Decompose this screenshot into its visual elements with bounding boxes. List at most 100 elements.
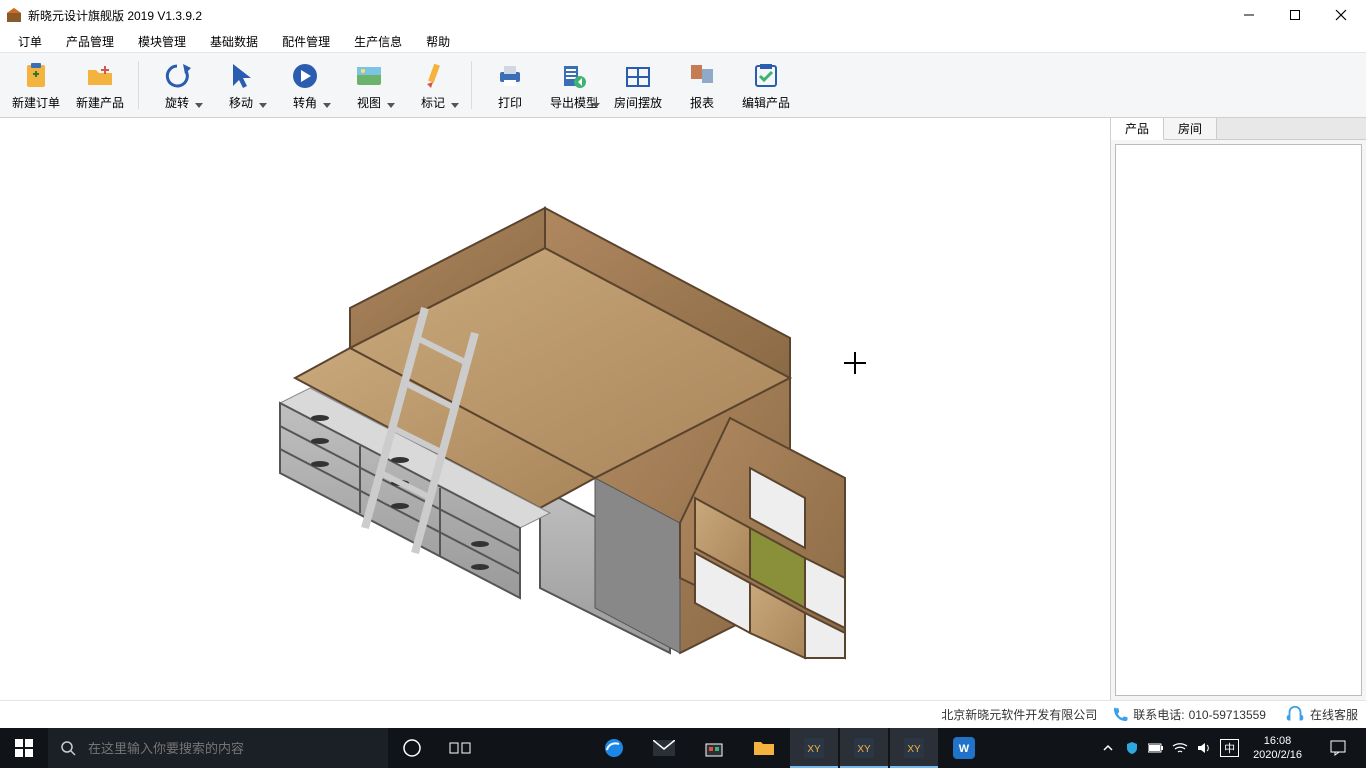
tray-chevron-icon[interactable] [1100, 740, 1116, 756]
clock-time: 16:08 [1264, 734, 1292, 748]
tool-mark[interactable]: 标记 [401, 54, 465, 116]
tool-rotate[interactable]: 旋转 [145, 54, 209, 116]
menu-parts-mgmt[interactable]: 配件管理 [270, 31, 342, 52]
dropdown-icon [323, 103, 331, 108]
svg-text:XY: XY [907, 744, 921, 755]
svg-text:XY: XY [807, 744, 821, 755]
side-panel: 产品 房间 [1110, 118, 1366, 700]
tool-label: 房间摆放 [614, 94, 662, 111]
tool-label: 新建产品 [76, 94, 124, 111]
tool-report[interactable]: 报表 [670, 54, 734, 116]
menu-base-data[interactable]: 基础数据 [198, 31, 270, 52]
phone-icon [1111, 706, 1129, 724]
taskbar-wps[interactable]: W [940, 728, 988, 768]
tool-label: 编辑产品 [742, 94, 790, 111]
toolbar-separator [471, 61, 472, 109]
landscape-icon [353, 60, 385, 92]
tool-label: 新建订单 [12, 94, 60, 111]
start-button[interactable] [0, 728, 48, 768]
tool-view[interactable]: 视图 [337, 54, 401, 116]
tool-label: 标记 [421, 94, 445, 111]
side-panel-body[interactable] [1115, 144, 1362, 696]
taskbar-search[interactable] [48, 728, 388, 768]
taskbar-edge[interactable] [590, 728, 638, 768]
menu-help[interactable]: 帮助 [414, 31, 462, 52]
dropdown-icon [387, 103, 395, 108]
taskbar-apps: XY XY XY W [484, 728, 1094, 768]
tool-export-model[interactable]: 导出模型 [542, 54, 606, 116]
dropdown-icon [195, 103, 203, 108]
tool-move[interactable]: 移动 [209, 54, 273, 116]
minimize-button[interactable] [1226, 0, 1272, 30]
tab-room[interactable]: 房间 [1164, 118, 1217, 140]
app-icon [6, 7, 22, 23]
taskbar-app1[interactable]: XY [790, 728, 838, 768]
tool-label: 导出模型 [550, 94, 598, 111]
tray-ime[interactable]: 中 [1220, 739, 1239, 757]
statusbar: 北京新晓元软件开发有限公司 联系电话: 010-59713559 在线客服 [0, 700, 1366, 728]
taskbar-store[interactable] [690, 728, 738, 768]
system-tray: 中 16:08 2020/2/16 [1094, 728, 1366, 768]
taskbar-explorer[interactable] [740, 728, 788, 768]
tool-corner[interactable]: 转角 [273, 54, 337, 116]
tool-label: 旋转 [165, 94, 189, 111]
export-icon [558, 60, 590, 92]
tray-volume-icon[interactable] [1196, 740, 1212, 756]
toolbar-separator [138, 61, 139, 109]
edit-box-icon [750, 60, 782, 92]
side-tabs: 产品 房间 [1111, 118, 1366, 140]
crosshair-cursor [844, 352, 866, 374]
search-input[interactable] [88, 741, 388, 756]
tray-wifi-icon[interactable] [1172, 740, 1188, 756]
tray-shield-icon[interactable] [1124, 740, 1140, 756]
contact-phone: 010-59713559 [1189, 708, 1266, 722]
close-button[interactable] [1318, 0, 1364, 30]
window-title: 新晓元设计旗舰版 2019 V1.3.9.2 [28, 7, 202, 24]
model-furniture [250, 178, 850, 668]
maximize-button[interactable] [1272, 0, 1318, 30]
room-icon [622, 60, 654, 92]
tool-room-layout[interactable]: 房间摆放 [606, 54, 670, 116]
toolbar: 新建订单 新建产品 旋转 移动 转角 视图 标记 打印 导出模型 [0, 52, 1366, 118]
tool-label: 移动 [229, 94, 253, 111]
corner-arrow-icon [289, 60, 321, 92]
window-titlebar: 新晓元设计旗舰版 2019 V1.3.9.2 [0, 0, 1366, 30]
dropdown-icon [451, 103, 459, 108]
tool-edit-product[interactable]: 编辑产品 [734, 54, 798, 116]
contact-label: 联系电话: [1133, 706, 1184, 723]
clipboard-plus-icon [20, 60, 52, 92]
taskbar-app2[interactable]: XY [840, 728, 888, 768]
viewport-3d[interactable] [0, 118, 1110, 700]
menu-product-mgmt[interactable]: 产品管理 [54, 31, 126, 52]
svg-text:XY: XY [857, 744, 871, 755]
tab-product[interactable]: 产品 [1111, 118, 1164, 140]
tool-new-product[interactable]: 新建产品 [68, 54, 132, 116]
taskbar: XY XY XY W 中 16:08 2020/2/16 [0, 728, 1366, 768]
main-area: 产品 房间 [0, 118, 1366, 700]
menu-prod-info[interactable]: 生产信息 [342, 31, 414, 52]
tool-label: 转角 [293, 94, 317, 111]
dropdown-icon [259, 103, 267, 108]
company-label: 北京新晓元软件开发有限公司 [941, 706, 1097, 723]
tool-print[interactable]: 打印 [478, 54, 542, 116]
cursor-icon [225, 60, 257, 92]
tray-battery-icon[interactable] [1148, 740, 1164, 756]
clock-date: 2020/2/16 [1253, 748, 1302, 762]
tool-label: 打印 [498, 94, 522, 111]
tray-clock[interactable]: 16:08 2020/2/16 [1247, 734, 1308, 762]
online-service-label[interactable]: 在线客服 [1310, 706, 1358, 723]
task-view-button[interactable] [436, 728, 484, 768]
customer-service-icon[interactable] [1284, 704, 1306, 726]
report-icon [686, 60, 718, 92]
taskbar-app3[interactable]: XY [890, 728, 938, 768]
dropdown-icon [592, 103, 600, 108]
menu-module-mgmt[interactable]: 模块管理 [126, 31, 198, 52]
pencil-icon [417, 60, 449, 92]
printer-icon [494, 60, 526, 92]
taskbar-mail[interactable] [640, 728, 688, 768]
menu-order[interactable]: 订单 [6, 31, 54, 52]
tray-notifications[interactable] [1316, 728, 1360, 768]
tool-new-order[interactable]: 新建订单 [4, 54, 68, 116]
cortana-button[interactable] [388, 728, 436, 768]
svg-text:W: W [959, 743, 970, 755]
